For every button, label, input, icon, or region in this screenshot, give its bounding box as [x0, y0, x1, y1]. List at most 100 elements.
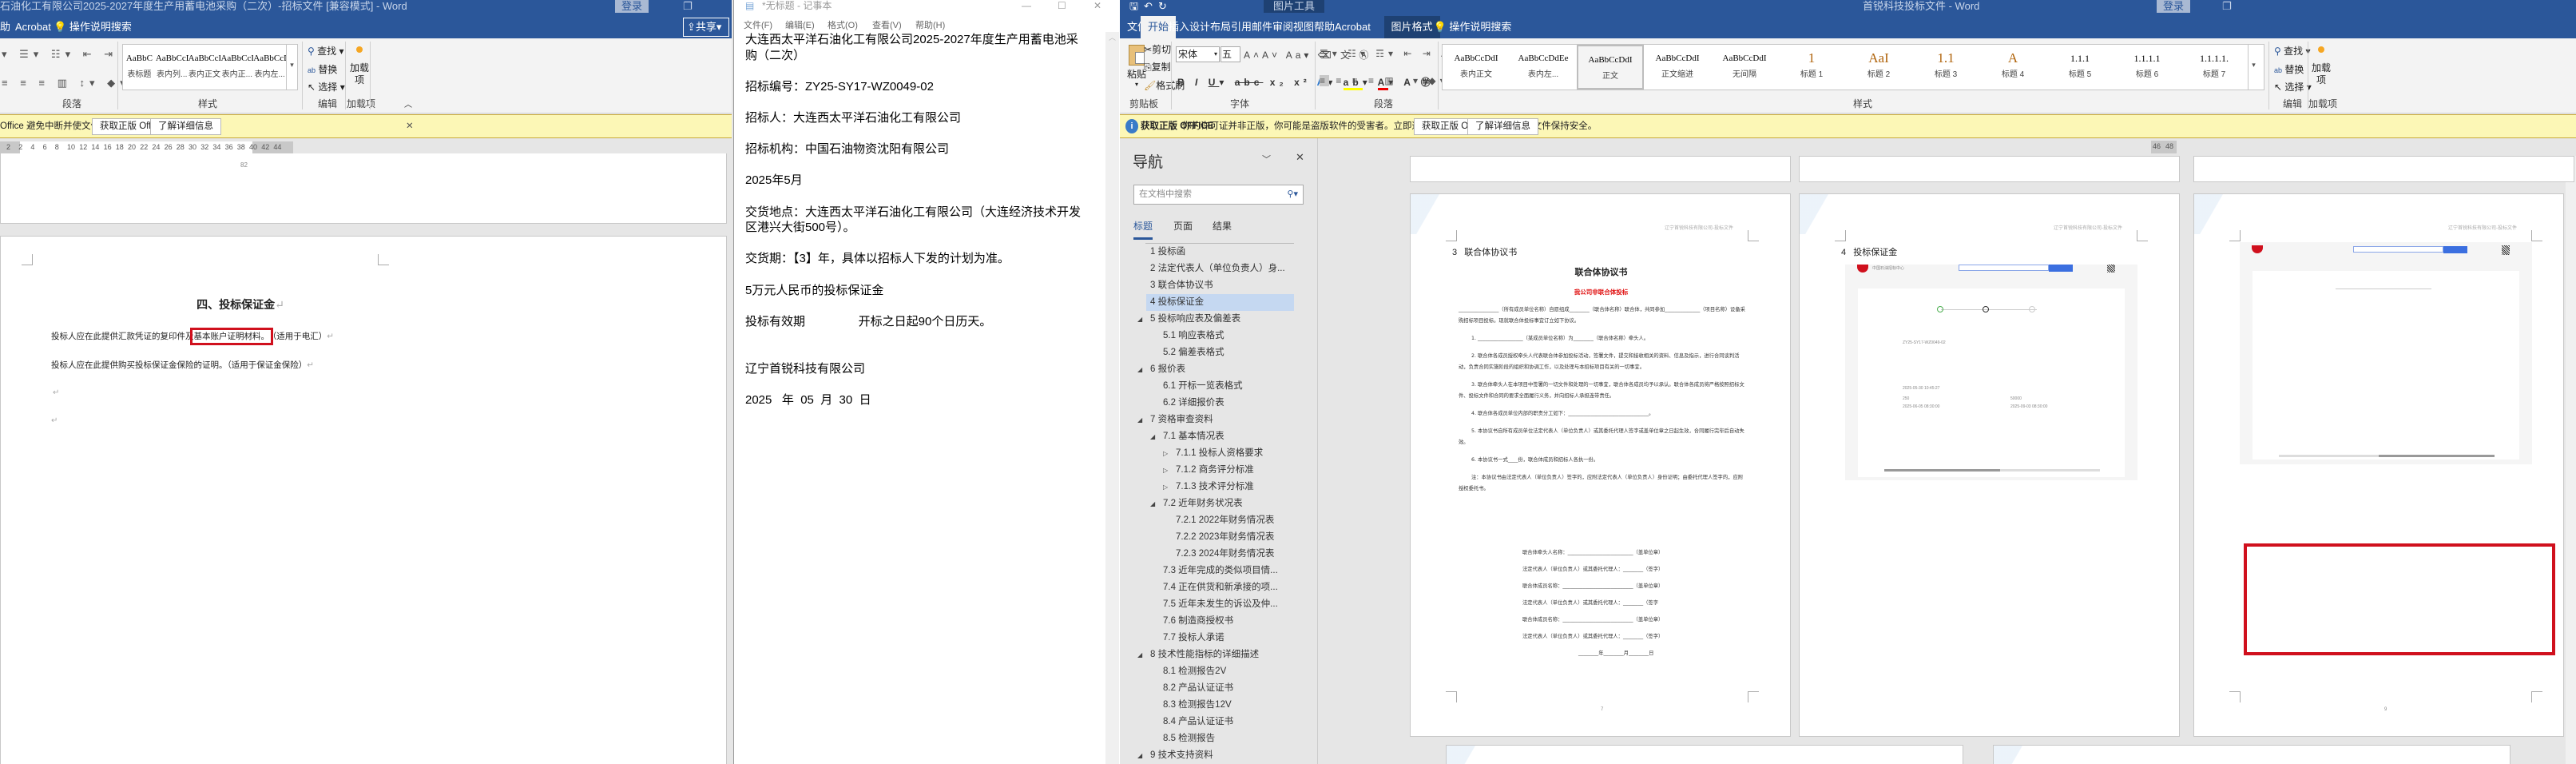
maximize-button[interactable]: ☐ — [1058, 0, 1066, 11]
style-12[interactable]: 1.1.1.1. 标题 7 — [2181, 45, 2248, 90]
undo-icon[interactable]: ↶ — [1144, 0, 1153, 13]
style-2[interactable]: AaBbCcD 表内列... — [156, 45, 189, 90]
nav-heading-item[interactable]: 5.2 偏差表格式 — [1120, 344, 1312, 361]
styles-more-button[interactable]: ▾ — [286, 45, 297, 90]
search-icon[interactable]: ⚲▾ — [1287, 185, 1298, 204]
vertical-scrollbar[interactable]: ︿ — [1105, 32, 1119, 764]
menu-edit[interactable]: 编辑(E) — [785, 18, 815, 31]
nav-close-icon[interactable]: ✕ — [1296, 151, 1304, 164]
nav-tab-results[interactable]: 结果 — [1213, 219, 1232, 233]
nav-heading-item[interactable]: ◢ 7.2 近年财务状况表 — [1120, 495, 1312, 512]
nav-heading-item[interactable]: 7.5 近年未发生的诉讼及仲... — [1120, 596, 1312, 613]
nav-heading-item[interactable]: 8.4 产品认证证书 — [1120, 714, 1312, 730]
nav-heading-item[interactable]: ◢ 7 资格审查资料 — [1120, 412, 1312, 428]
nav-heading-item[interactable]: 7.4 正在供货和新承接的项... — [1120, 579, 1312, 596]
style-7[interactable]: AaI 标题 2 — [1845, 45, 1912, 90]
nav-heading-item[interactable]: 6.1 开标一览表格式 — [1120, 378, 1312, 395]
style-10[interactable]: 1.1.1 标题 5 — [2046, 45, 2114, 90]
login-button[interactable]: 登录 — [615, 0, 649, 13]
nav-heading-item[interactable]: 7.6 制造商授权书 — [1120, 613, 1312, 630]
collapse-arrow-icon[interactable]: ◢ — [1150, 495, 1155, 512]
styles-more-button[interactable]: ▾ — [2248, 45, 2259, 90]
find-button[interactable]: ⚲ 查找 ▾ — [308, 44, 344, 58]
nav-heading-item[interactable]: 7.7 投标人承诺 — [1120, 630, 1312, 647]
restore-icon[interactable]: ❐ — [683, 0, 693, 13]
nav-heading-item[interactable]: 8.3 检测报告12V — [1120, 697, 1312, 714]
style-1[interactable]: AaBbCcDdI 表内正文 — [1443, 45, 1510, 90]
tab-10[interactable]: Acrobat — [1328, 16, 1378, 38]
collapse-arrow-icon[interactable]: ◢ — [1137, 647, 1142, 663]
tell-me-search[interactable]: 💡 操作说明搜索 — [1427, 16, 1519, 38]
learn-more-button[interactable]: 了解详细信息 — [1467, 118, 1538, 135]
close-notice-icon[interactable]: ✕ — [406, 115, 414, 137]
addins-button[interactable]: 加载项 — [2312, 46, 2331, 86]
style-4[interactable]: AaBbCcDdI 表内正... — [220, 45, 253, 90]
nav-tab-headings[interactable]: 标题 — [1133, 219, 1153, 240]
collapse-ribbon-icon[interactable]: ︿ — [404, 97, 412, 109]
cut-button[interactable]: ✂剪切 — [1144, 42, 1171, 56]
share-button[interactable]: ⇪共享▾ — [683, 18, 729, 37]
nav-heading-item[interactable]: 8.1 检测报告2V — [1120, 663, 1312, 680]
collapse-arrow-icon[interactable]: ◢ — [1137, 412, 1142, 428]
horizontal-ruler[interactable]: 2 2 4 6 8 10 12 14 16 18 20 22 24 26 28 30 32 34 36 38 40 42 4… — [0, 141, 293, 154]
font-size-select[interactable]: 五号 — [1221, 46, 1240, 62]
find-button[interactable]: ⚲ 查找 ▾ — [2274, 44, 2311, 58]
style-8[interactable]: 1.1 标题 3 — [1912, 45, 1979, 90]
notepad-text-area[interactable]: 大连西太平洋石油化工有限公司2025-2027年度生产用蓄电池采 购（二次） 招标编… — [738, 32, 1104, 764]
nav-heading-item[interactable]: 7.2.3 2024年财务情况表 — [1120, 546, 1312, 563]
learn-more-button[interactable]: 了解详细信息 — [150, 118, 221, 135]
nav-heading-item[interactable]: ◢ 9 技术支持资料 — [1120, 747, 1312, 764]
style-6[interactable]: 1 标题 1 — [1778, 45, 1845, 90]
nav-options-icon[interactable]: ﹀ — [1262, 153, 1271, 165]
expand-arrow-icon[interactable]: ▷ — [1163, 479, 1168, 495]
login-button[interactable]: 登录 — [2157, 0, 2191, 13]
nav-heading-item[interactable]: 8.2 产品认证证书 — [1120, 680, 1312, 697]
style-3[interactable]: AaBbCcDdI 正文 — [1577, 45, 1644, 90]
restore-icon[interactable]: ❐ — [2222, 0, 2232, 13]
replace-button[interactable]: ab 替换 — [308, 62, 337, 76]
menu-help[interactable]: 帮助(H) — [915, 18, 945, 31]
nav-heading-item[interactable]: 8.5 检测报告 — [1120, 730, 1312, 747]
addins-button[interactable]: 加载项 — [350, 46, 369, 86]
nav-heading-item[interactable]: ◢ 8 技术性能指标的详细描述 — [1120, 647, 1312, 663]
nav-heading-item[interactable]: 7.3 近年完成的类似项目情... — [1120, 563, 1312, 579]
save-icon[interactable]: 🖫 — [1129, 0, 1138, 13]
collapse-arrow-icon[interactable]: ◢ — [1137, 311, 1142, 328]
style-11[interactable]: 1.1.1.1 标题 6 — [2114, 45, 2181, 90]
collapse-arrow-icon[interactable]: ◢ — [1137, 361, 1142, 378]
collapse-arrow-icon[interactable]: ◢ — [1150, 428, 1155, 445]
style-1[interactable]: AaBbC 表标题 — [123, 45, 156, 90]
nav-heading-item[interactable]: 3 联合体协议书 — [1120, 277, 1312, 294]
horizontal-ruler[interactable]: 46 48 — [2151, 141, 2177, 153]
minimize-button[interactable]: — — [1022, 0, 1031, 11]
collapse-arrow-icon[interactable]: ◢ — [1137, 747, 1142, 764]
close-button[interactable]: ✕ — [1094, 0, 1101, 11]
menu-view[interactable]: 查看(V) — [872, 18, 902, 31]
nav-heading-item[interactable]: 6.2 详细报价表 — [1120, 395, 1312, 412]
style-5[interactable]: AaBbCcDdEe 表内左... — [253, 45, 286, 90]
vertical-scrollbar[interactable] — [2566, 156, 2576, 764]
font-name-select[interactable]: 宋体 ▾ — [1176, 46, 1220, 62]
nav-heading-item[interactable]: 7.2.2 2023年财务情况表 — [1120, 529, 1312, 546]
style-9[interactable]: A 标题 4 — [1979, 45, 2046, 90]
redo-icon[interactable]: ↻ — [1158, 0, 1167, 13]
nav-heading-item[interactable]: 4 投标保证金 — [1146, 294, 1294, 311]
nav-heading-item[interactable]: 7.2.1 2022年财务情况表 — [1120, 512, 1312, 529]
nav-heading-item[interactable]: 2 法定代表人（单位负责人）身... — [1120, 261, 1312, 277]
nav-heading-item[interactable]: ▷ 7.1.1 投标人资格要求 — [1120, 445, 1312, 462]
tell-me-search[interactable]: 💡 操作说明搜索 — [46, 16, 139, 38]
menu-format[interactable]: 格式(O) — [828, 18, 858, 31]
expand-arrow-icon[interactable]: ▷ — [1163, 445, 1168, 462]
menu-file[interactable]: 文件(F) — [744, 18, 772, 31]
copy-button[interactable]: ⎘复制 — [1144, 60, 1171, 74]
nav-heading-item[interactable]: 5.1 响应表格式 — [1120, 328, 1312, 344]
select-button[interactable]: ↖ 选择 ▾ — [308, 80, 345, 94]
style-4[interactable]: AaBbCcDdI 正文缩进 — [1644, 45, 1711, 90]
nav-heading-item[interactable]: ▷ 7.1.3 技术评分标准 — [1120, 479, 1312, 495]
style-3[interactable]: AaBbCcDdI 表内正文 — [189, 45, 221, 90]
replace-button[interactable]: ab 替换 — [2274, 62, 2304, 76]
expand-arrow-icon[interactable]: ▷ — [1163, 462, 1168, 479]
nav-heading-item[interactable]: ◢ 5 投标响应表及偏差表 — [1120, 311, 1312, 328]
nav-heading-item[interactable]: ◢ 6 报价表 — [1120, 361, 1312, 378]
nav-tab-pages[interactable]: 页面 — [1173, 219, 1193, 233]
